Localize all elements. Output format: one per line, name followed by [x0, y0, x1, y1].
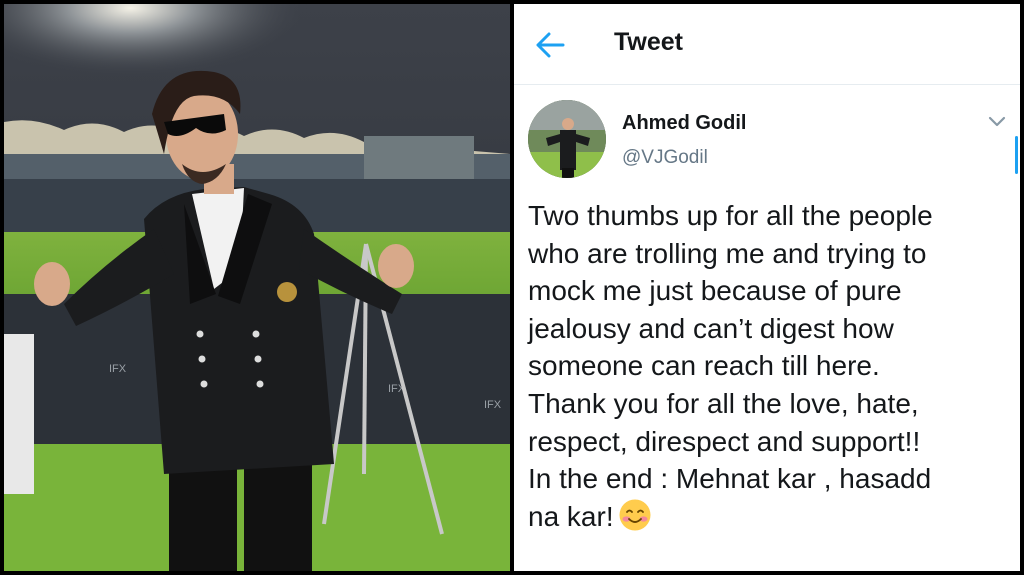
arrow-left-icon[interactable] — [536, 32, 566, 58]
avatar[interactable] — [528, 100, 606, 178]
chevron-down-icon[interactable] — [988, 115, 1006, 129]
tweet-body: Two thumbs up for all the people who are… — [528, 197, 1008, 535]
author-name[interactable]: Ahmed Godil — [622, 112, 746, 135]
author-handle[interactable]: @VJGodil — [622, 147, 708, 169]
svg-text:IFX: IFX — [109, 363, 127, 375]
scrollbar-thumb[interactable] — [1015, 136, 1018, 174]
svg-text:IFX: IFX — [484, 399, 502, 411]
page-title: Tweet — [614, 28, 683, 56]
tweet-screen: Tweet Ahmed Godil @VJGodil Two thumbs up… — [514, 4, 1020, 571]
photo-illustration: IFX IFX IFX — [4, 4, 510, 571]
tweet-text: Two thumbs up for all the people who are… — [528, 200, 933, 532]
avatar-image — [528, 100, 606, 178]
smiling-blushing-face-icon — [619, 499, 651, 531]
stadium-photo: IFX IFX IFX — [4, 4, 510, 571]
app-header: Tweet — [514, 4, 1020, 85]
